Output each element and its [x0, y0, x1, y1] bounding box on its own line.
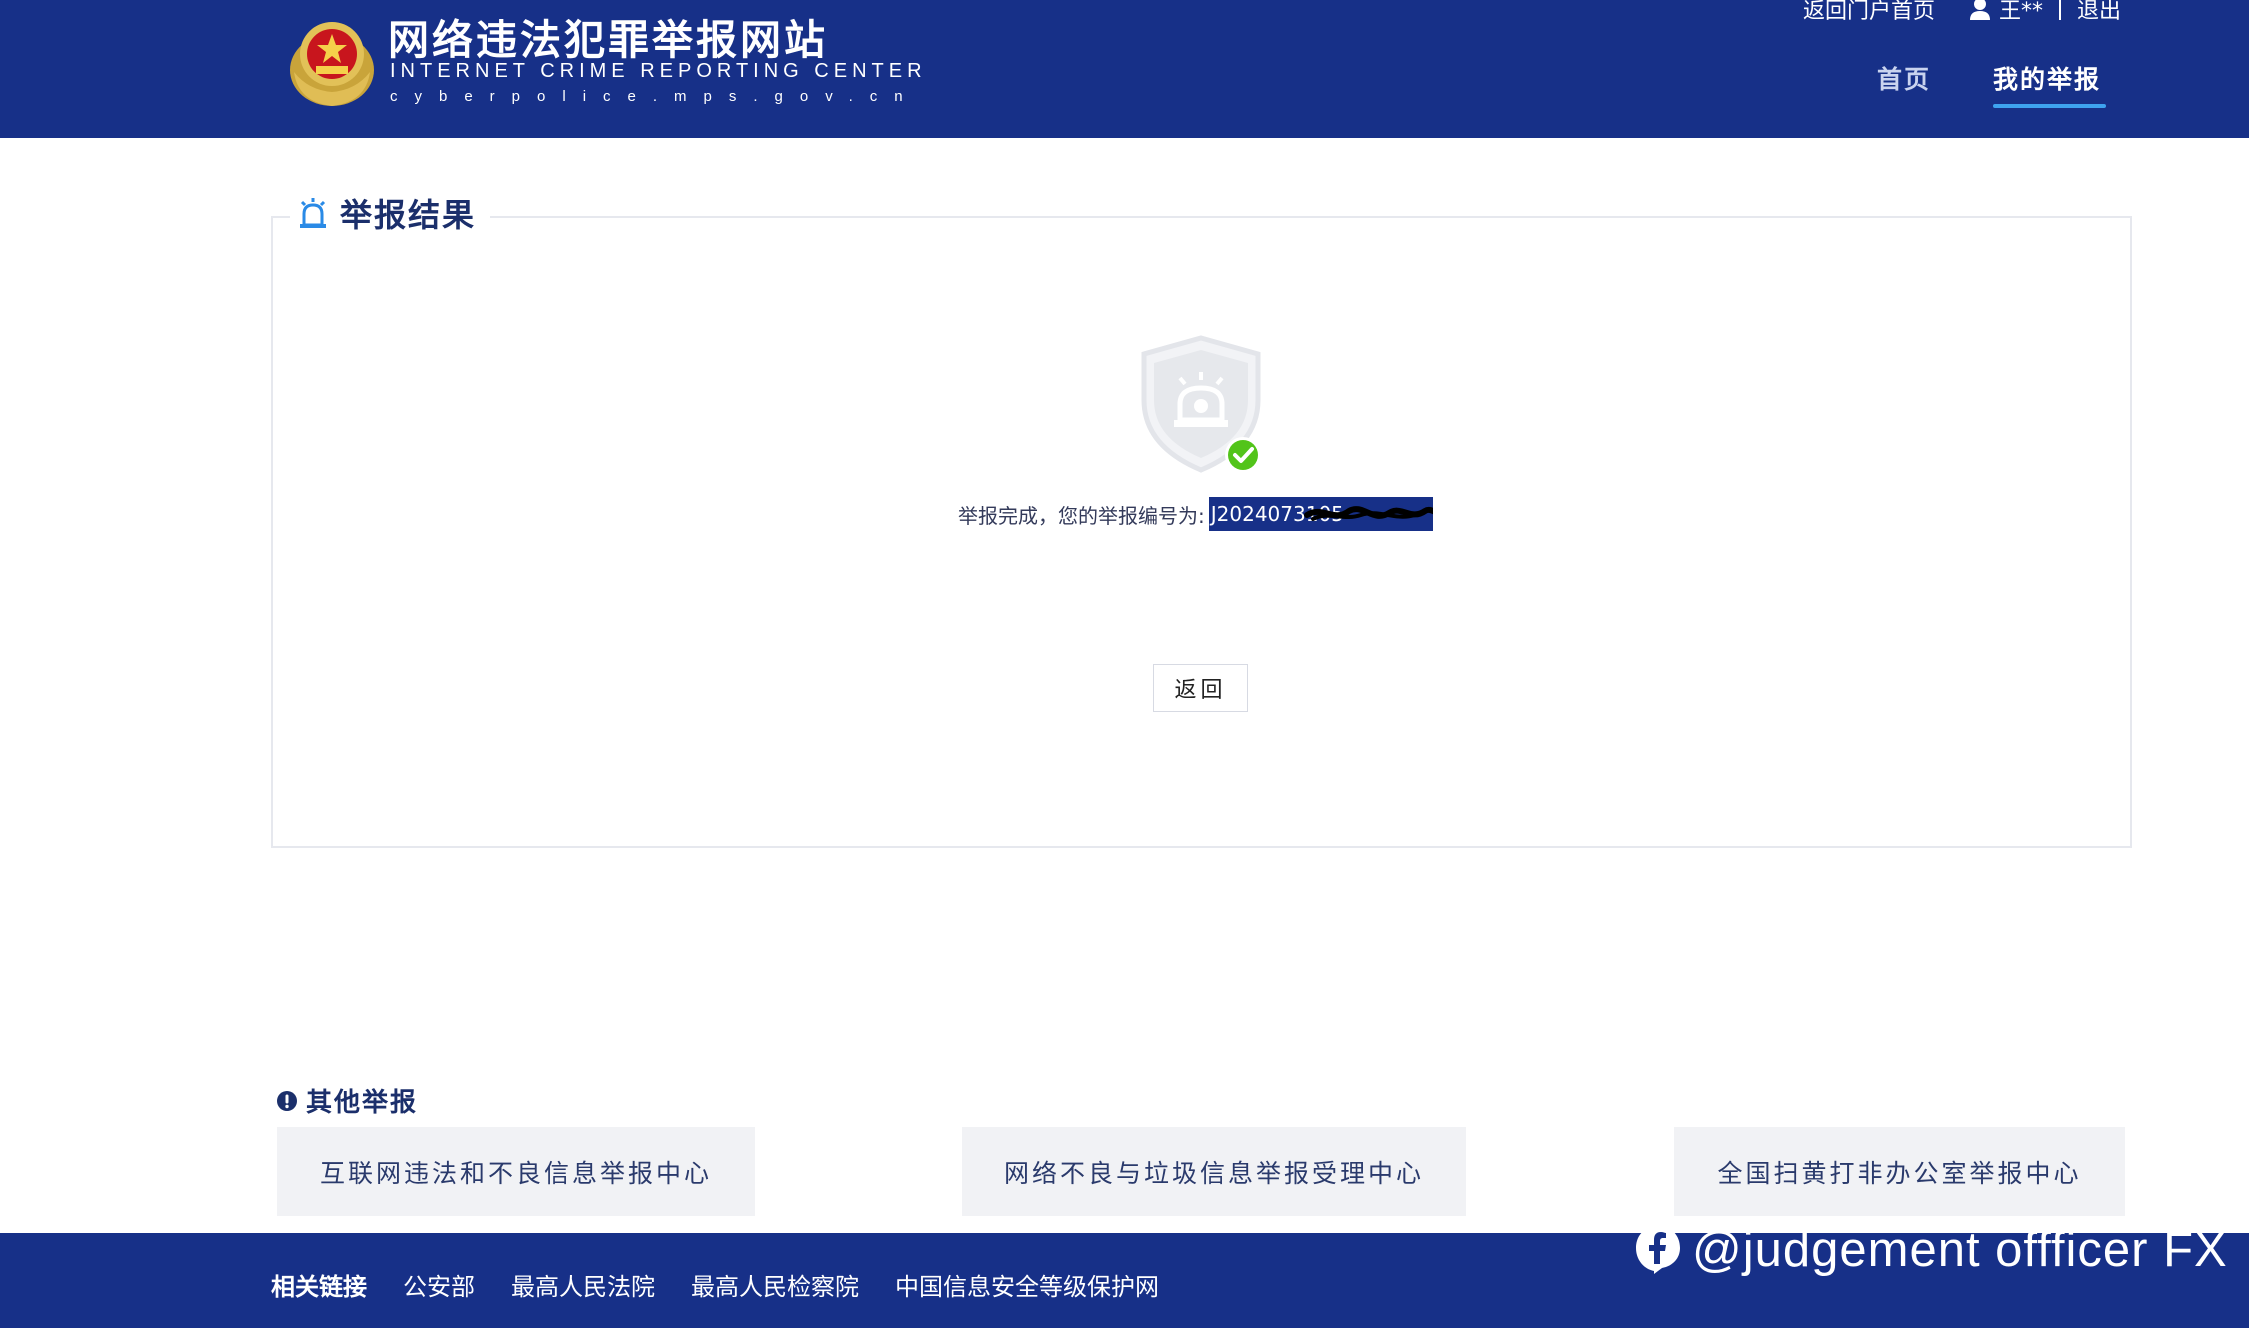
other-reports-header: 其他举报 — [276, 1082, 418, 1119]
report-link-card[interactable]: 网络不良与垃圾信息举报受理中心 — [962, 1127, 1466, 1216]
result-label: 举报完成，您的举报编号为: — [958, 503, 1205, 528]
result-message: 举报完成，您的举报编号为: J2024073105 — [958, 496, 1433, 532]
report-link-card[interactable]: 互联网违法和不良信息举报中心 — [277, 1127, 755, 1216]
related-links-label: 相关链接 — [271, 1273, 367, 1301]
watermark-text: @judgement offficer FX — [1692, 1223, 2228, 1277]
related-links: 相关链接 公安部 最高人民法院 最高人民检察院 中国信息安全等级保护网 — [271, 1267, 1195, 1302]
site-domain: cyberpolice.mps.gov.cn — [390, 88, 920, 105]
user-icon — [1969, 0, 1990, 20]
footer-link[interactable]: 中国信息安全等级保护网 — [895, 1267, 1159, 1302]
site-title: 网络违法犯罪举报网站 — [388, 16, 828, 64]
back-button[interactable]: 返回 — [1153, 664, 1248, 712]
success-check-icon — [1225, 437, 1261, 473]
portal-home-link[interactable]: 返回门户首页 — [1803, 0, 1935, 25]
logout-link[interactable]: 退出 — [2077, 0, 2121, 25]
section-title: 举报结果 — [340, 196, 477, 234]
redaction-scribble — [1303, 506, 1433, 521]
report-number: J2024073105 — [1208, 497, 1433, 531]
alarm-icon — [300, 198, 326, 228]
site-header: 网络违法犯罪举报网站 INTERNET CRIME REPORTING CENT… — [0, 0, 2249, 138]
footer-link[interactable]: 最高人民检察院 — [691, 1267, 859, 1302]
police-emblem-icon — [290, 22, 374, 106]
nav-my-reports[interactable]: 我的举报 — [1993, 60, 2101, 96]
footer-link[interactable]: 公安部 — [403, 1267, 475, 1302]
nav-home[interactable]: 首页 — [1877, 60, 1931, 96]
footer-link[interactable]: 最高人民法院 — [511, 1267, 655, 1302]
top-links: 返回门户首页 王** 退出 — [1803, 0, 2121, 26]
report-link-card[interactable]: 全国扫黄打非办公室举报中心 — [1674, 1127, 2125, 1216]
exclamation-icon — [277, 1090, 297, 1111]
user-name[interactable]: 王** — [1999, 0, 2043, 25]
divider — [2058, 0, 2061, 20]
nav-active-indicator — [1993, 104, 2106, 108]
other-reports-title: 其他举报 — [306, 1088, 419, 1118]
result-panel — [271, 216, 2132, 848]
site-subtitle: INTERNET CRIME REPORTING CENTER — [390, 60, 927, 82]
facebook-icon — [1636, 1226, 1680, 1274]
result-panel-header: 举报结果 — [290, 190, 491, 236]
watermark: @judgement offficer FX — [1634, 1222, 2228, 1278]
